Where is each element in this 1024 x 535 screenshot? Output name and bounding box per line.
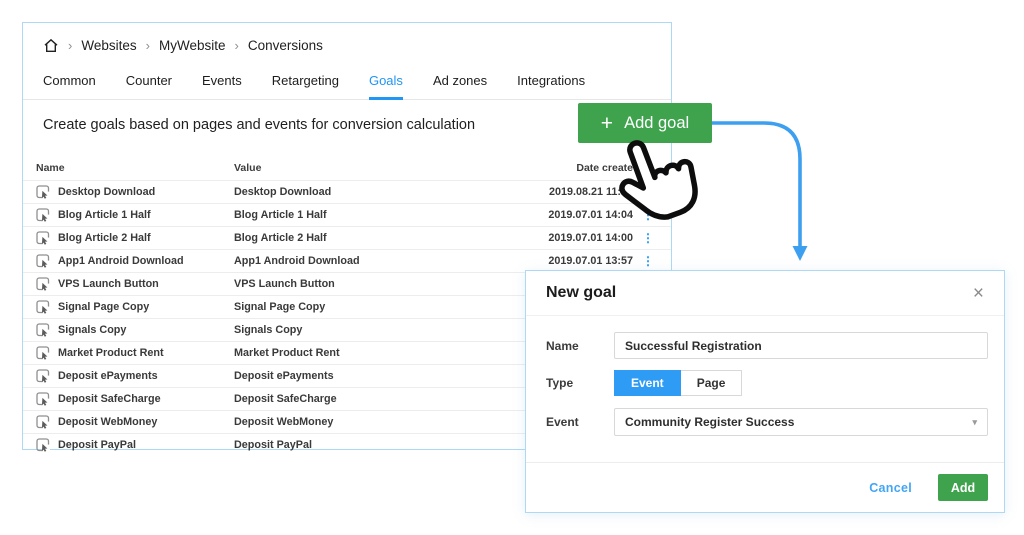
goal-value: Blog Article 2 Half [234, 232, 522, 244]
type-field-row: Type Event Page [546, 370, 988, 396]
modal-header: New goal × [526, 271, 1004, 316]
goal-click-icon [36, 277, 58, 291]
goal-name: App1 Android Download [58, 255, 234, 267]
goal-date-create: 2019.07.01 14:00 [522, 232, 633, 244]
cancel-button[interactable]: Cancel [869, 481, 912, 495]
table-row[interactable]: App1 Android Download App1 Android Downl… [23, 249, 671, 272]
type-field-label: Type [546, 376, 614, 390]
goal-value: Signal Page Copy [234, 301, 522, 313]
table-row[interactable]: Blog Article 1 Half Blog Article 1 Half … [23, 203, 671, 226]
goal-name: Market Product Rent [58, 347, 234, 359]
modal-title: New goal [546, 284, 616, 302]
table-row[interactable]: Blog Article 2 Half Blog Article 2 Half … [23, 226, 671, 249]
goal-click-icon [36, 231, 58, 245]
goal-name: Desktop Download [58, 186, 234, 198]
goal-click-icon [36, 300, 58, 314]
goal-name: Deposit ePayments [58, 370, 234, 382]
goal-name: Signals Copy [58, 324, 234, 336]
new-goal-modal: New goal × Name Type Event Page Event Co… [525, 270, 1005, 513]
goal-value: Signals Copy [234, 324, 522, 336]
hand-cursor-illustration [612, 124, 712, 232]
caret-down-icon: ▾ [972, 417, 977, 428]
goal-value: Deposit PayPal [234, 439, 522, 451]
breadcrumb-separator: › [68, 38, 72, 53]
table-row[interactable]: Desktop Download Desktop Download 2019.0… [23, 180, 671, 203]
goal-name: Signal Page Copy [58, 301, 234, 313]
page-description: Create goals based on pages and events f… [43, 117, 651, 133]
goal-name: Blog Article 1 Half [58, 209, 234, 221]
goal-value: Desktop Download [234, 186, 522, 198]
tab-goals[interactable]: Goals [369, 64, 403, 99]
goal-name: Deposit SafeCharge [58, 393, 234, 405]
breadcrumb-item-mywebsite[interactable]: MyWebsite [159, 38, 226, 53]
breadcrumb-item-websites[interactable]: Websites [81, 38, 136, 53]
goal-value: VPS Launch Button [234, 278, 522, 290]
pointer-arrow-to-modal [706, 106, 818, 274]
name-field-row: Name [546, 332, 988, 359]
goal-click-icon [36, 369, 58, 383]
tabbar: Common Counter Events Retargeting Goals Ad zo… [23, 64, 671, 100]
tab-counter[interactable]: Counter [126, 64, 172, 99]
goal-name-input[interactable] [614, 332, 988, 359]
column-header-value: Value [234, 162, 522, 174]
tab-retargeting[interactable]: Retargeting [272, 64, 339, 99]
close-icon[interactable]: × [973, 284, 984, 303]
goal-click-icon [36, 415, 58, 429]
goal-click-icon [36, 185, 58, 199]
goal-value: Deposit SafeCharge [234, 393, 522, 405]
goal-click-icon [36, 254, 58, 268]
tab-ad-zones[interactable]: Ad zones [433, 64, 487, 99]
modal-body: Name Type Event Page Event Community Reg… [526, 316, 1004, 436]
goal-type-toggle: Event Page [614, 370, 742, 396]
goal-value: Blog Article 1 Half [234, 209, 522, 221]
goal-value: Deposit ePayments [234, 370, 522, 382]
type-option-page[interactable]: Page [681, 370, 743, 396]
goal-click-icon [36, 208, 58, 222]
event-field-row: Event Community Register Success ▾ [546, 408, 988, 436]
breadcrumb: › Websites › MyWebsite › Conversions [23, 23, 671, 53]
type-option-event[interactable]: Event [614, 370, 681, 396]
goal-value: Market Product Rent [234, 347, 522, 359]
table-header-row: Name Value Date create [23, 156, 671, 180]
goal-name: Deposit PayPal [58, 439, 234, 451]
goal-name: VPS Launch Button [58, 278, 234, 290]
event-select-value: Community Register Success [625, 415, 794, 429]
name-field-label: Name [546, 339, 614, 353]
event-select[interactable]: Community Register Success ▾ [614, 408, 988, 436]
goal-click-icon [36, 438, 58, 452]
goal-value: App1 Android Download [234, 255, 522, 267]
tab-integrations[interactable]: Integrations [517, 64, 585, 99]
add-button[interactable]: Add [938, 474, 988, 501]
tab-events[interactable]: Events [202, 64, 242, 99]
goal-value: Deposit WebMoney [234, 416, 522, 428]
event-field-label: Event [546, 415, 614, 429]
kebab-menu-icon[interactable]: ⋮ [633, 233, 663, 243]
modal-footer: Cancel Add [526, 462, 1004, 512]
breadcrumb-separator: › [235, 38, 239, 53]
breadcrumb-item-conversions: Conversions [248, 38, 323, 53]
goal-click-icon [36, 323, 58, 337]
goal-click-icon [36, 346, 58, 360]
goal-name: Deposit WebMoney [58, 416, 234, 428]
home-icon[interactable] [43, 38, 59, 53]
tab-common[interactable]: Common [43, 64, 96, 99]
kebab-menu-icon[interactable]: ⋮ [633, 256, 663, 266]
column-header-name: Name [36, 162, 234, 174]
breadcrumb-separator: › [146, 38, 150, 53]
goal-date-create: 2019.07.01 13:57 [522, 255, 633, 267]
goal-click-icon [36, 392, 58, 406]
goal-name: Blog Article 2 Half [58, 232, 234, 244]
